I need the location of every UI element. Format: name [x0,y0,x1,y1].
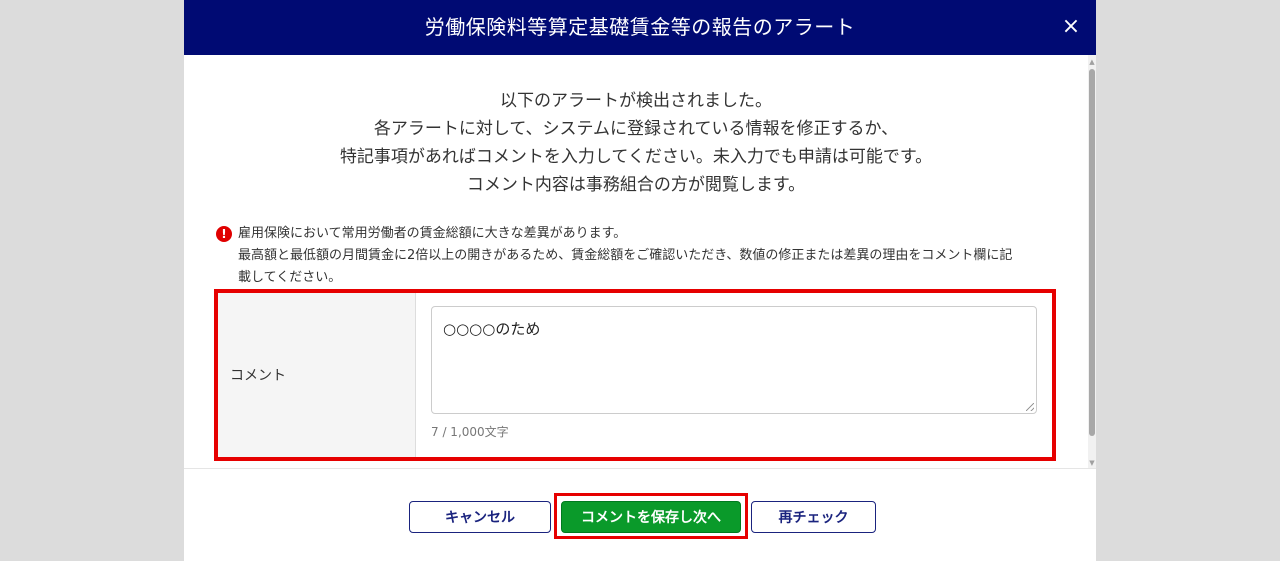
close-icon: × [1061,14,1081,39]
scroll-thumb[interactable] [1089,69,1095,436]
intro-line: 各アラートに対して、システムに登録されている情報を修正するか、 [373,119,899,139]
scroll-up-icon[interactable]: ▲ [1088,57,1096,67]
scroll-down-icon[interactable]: ▼ [1088,458,1096,468]
comment-label-cell: コメント [218,293,416,457]
comment-label: コメント [230,368,286,384]
close-button[interactable]: × [1056,12,1086,42]
exclamation-icon: ! [216,226,232,242]
comment-section: コメント ○○○○のため 7 / 1,000文字 [214,289,1056,461]
modal-header: 労働保険料等算定基礎賃金等の報告のアラート × [184,0,1096,55]
char-count: 7 / 1,000文字 [431,425,509,439]
alert-message-cont: 載してください。 [238,270,342,285]
scrollbar[interactable]: ▲ ▼ [1088,55,1096,468]
modal-body: 以下のアラートが検出されました。 各アラートに対して、システムに登録されている情… [184,55,1088,468]
alert-text: 雇用保険において常用労働者の賃金総額に大きな差異があります。 最高額と最低額の月… [238,223,1056,289]
intro-line: 以下のアラートが検出されました。 [500,91,772,111]
modal-footer: キャンセル コメントを保存し次へ 再チェック [184,468,1096,561]
recheck-button[interactable]: 再チェック [751,501,876,533]
resize-grip-icon[interactable] [1026,403,1034,411]
comment-value: ○○○○のため [443,320,541,338]
save-comment-next-button[interactable]: コメントを保存し次へ [561,501,741,533]
alert-title: 雇用保険において常用労働者の賃金総額に大きな差異があります。 [238,226,627,241]
alert-message: 最高額と最低額の月間賃金に2倍以上の開きがあるため、賃金総額をご確認いただき、数… [238,248,1013,263]
intro-line: コメント内容は事務組合の方が閲覧します。 [466,175,806,195]
alert-modal: 労働保険料等算定基礎賃金等の報告のアラート × 以下のアラートが検出されました。… [184,0,1096,561]
modal-title: 労働保険料等算定基礎賃金等の報告のアラート [424,15,856,39]
comment-textarea[interactable]: ○○○○のため [431,306,1037,414]
intro-line: 特記事項があればコメントを入力してください。未入力でも申請は可能です。 [339,147,933,167]
intro-message: 以下のアラートが検出されました。 各アラートに対して、システムに登録されている情… [184,87,1088,199]
cancel-button[interactable]: キャンセル [409,501,551,533]
